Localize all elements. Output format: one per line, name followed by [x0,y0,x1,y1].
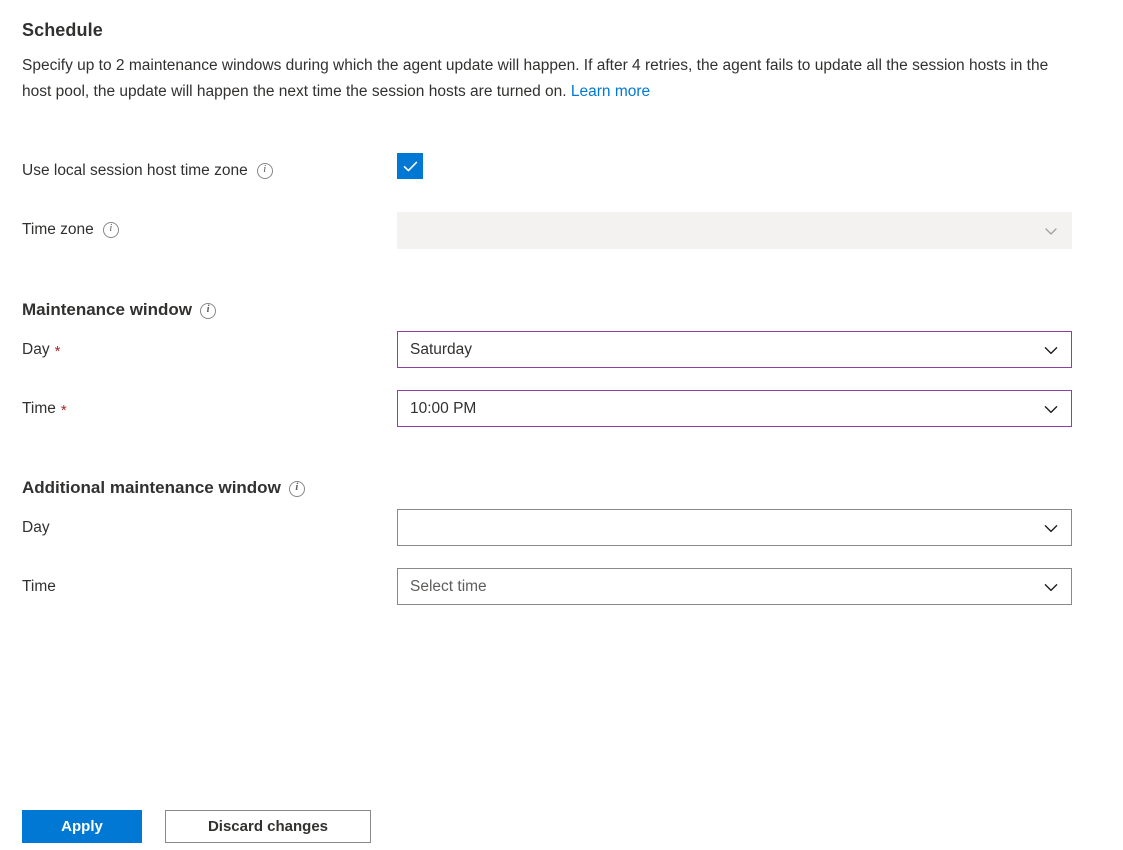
maintenance-time-dropdown[interactable]: 10:00 PM [397,390,1072,427]
discard-changes-button[interactable]: Discard changes [165,810,371,843]
chevron-down-icon[interactable] [1031,578,1071,596]
description-text: Specify up to 2 maintenance windows duri… [22,57,1049,100]
additional-time-label: Time [22,577,56,597]
chevron-down-icon [1031,223,1071,239]
maintenance-time-value: 10:00 PM [410,399,477,417]
maintenance-window-heading: Maintenance window i [22,299,217,321]
chevron-down-icon[interactable] [1031,519,1071,537]
info-icon-glyph: i [263,164,267,176]
use-local-timezone-checkbox[interactable] [397,153,423,179]
info-icon[interactable]: i [256,163,273,179]
additional-time-value: Select time [410,577,487,595]
maintenance-day-label: Day * [22,340,60,360]
maintenance-day-value: Saturday [410,340,473,358]
maintenance-time-label: Time * [22,399,67,419]
page-title: Schedule [22,20,103,40]
additional-time-dropdown[interactable]: Select time [397,568,1072,605]
maintenance-time-label-text: Time [22,400,56,417]
learn-more-link[interactable]: Learn more [571,83,650,100]
additional-day-dropdown[interactable] [397,509,1072,546]
info-icon-glyph: i [295,482,299,494]
required-indicator: * [54,342,61,360]
use-local-timezone-label: Use local session host time zone i [22,161,273,181]
timezone-dropdown [397,212,1072,249]
checkmark-icon [403,161,417,171]
additional-maintenance-window-heading-text: Additional maintenance window [22,478,281,497]
info-icon[interactable]: i [102,222,119,238]
chevron-down-icon[interactable] [1031,400,1071,418]
additional-day-label: Day [22,518,50,538]
required-indicator: * [60,401,67,419]
schedule-pane: Schedule Specify up to 2 maintenance win… [0,0,1123,850]
section-description: Specify up to 2 maintenance windows duri… [22,53,1074,105]
timezone-label-text: Time zone [22,221,94,238]
info-icon[interactable]: i [200,303,217,319]
additional-maintenance-window-heading: Additional maintenance window i [22,477,305,499]
chevron-down-icon[interactable] [1031,341,1071,359]
use-local-timezone-label-text: Use local session host time zone [22,162,248,179]
info-icon-glyph: i [206,304,210,316]
additional-day-label-text: Day [22,519,50,536]
info-icon-glyph: i [109,223,113,235]
maintenance-day-dropdown[interactable]: Saturday [397,331,1072,368]
info-icon[interactable]: i [288,481,305,497]
apply-button[interactable]: Apply [22,810,142,843]
maintenance-day-label-text: Day [22,341,50,358]
timezone-label: Time zone i [22,220,119,240]
maintenance-window-heading-text: Maintenance window [22,300,193,319]
additional-time-label-text: Time [22,578,56,595]
